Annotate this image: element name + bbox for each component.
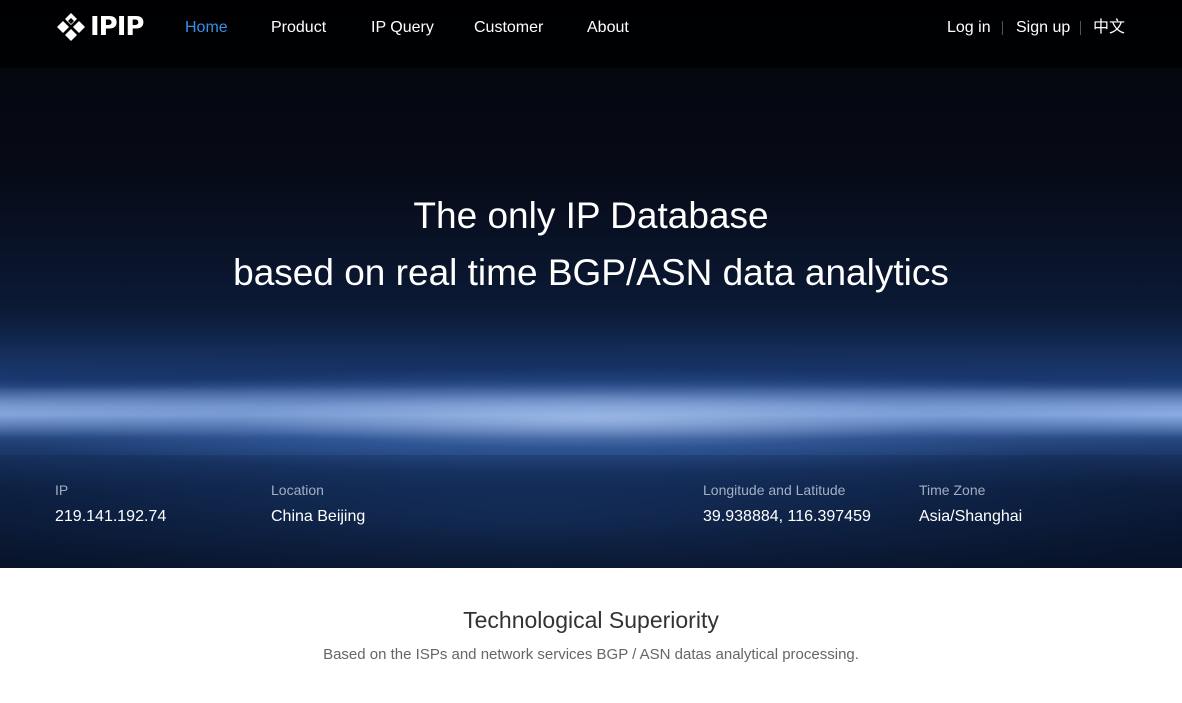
brand-logo[interactable]: IPIP [55,10,144,44]
timezone-value: Asia/Shanghai [919,508,1023,525]
ip-value: 219.141.192.74 [55,508,167,525]
section-title: Technological Superiority [463,607,719,633]
hero-headline-line2: based on real time BGP/ASN data analytic… [233,252,949,293]
ip-label: IP [55,482,69,498]
login-link[interactable]: Log in [947,18,991,38]
nav-divider [1080,21,1081,35]
brand-logo-text: IPIP [90,12,144,42]
nav-ip-query[interactable]: IP Query [371,18,434,38]
nav-product[interactable]: Product [271,18,326,38]
ipip-diamond-logo-icon [57,13,85,41]
top-navbar: IPIP Home Product IP Query Customer Abou… [0,0,1182,68]
hero-earth-glow [0,380,1182,440]
coordinates-label: Longitude and Latitude [703,482,846,498]
timezone-label: Time Zone [919,482,986,498]
location-value: China Beijing [271,508,366,525]
nav-divider [1002,21,1003,35]
hero-headline-line1: The only IP Database [413,195,769,236]
nav-home[interactable]: Home [185,18,228,38]
language-switch[interactable]: 中文 [1093,18,1125,38]
signup-link[interactable]: Sign up [1016,18,1070,38]
location-label: Location [271,482,324,498]
nav-about[interactable]: About [587,18,629,38]
hero-banner: The only IP Database based on real time … [0,0,1182,568]
section-subtitle: Based on the ISPs and network services B… [323,646,859,663]
coordinates-value: 39.938884, 116.397459 [703,508,871,525]
nav-customer[interactable]: Customer [474,18,543,38]
